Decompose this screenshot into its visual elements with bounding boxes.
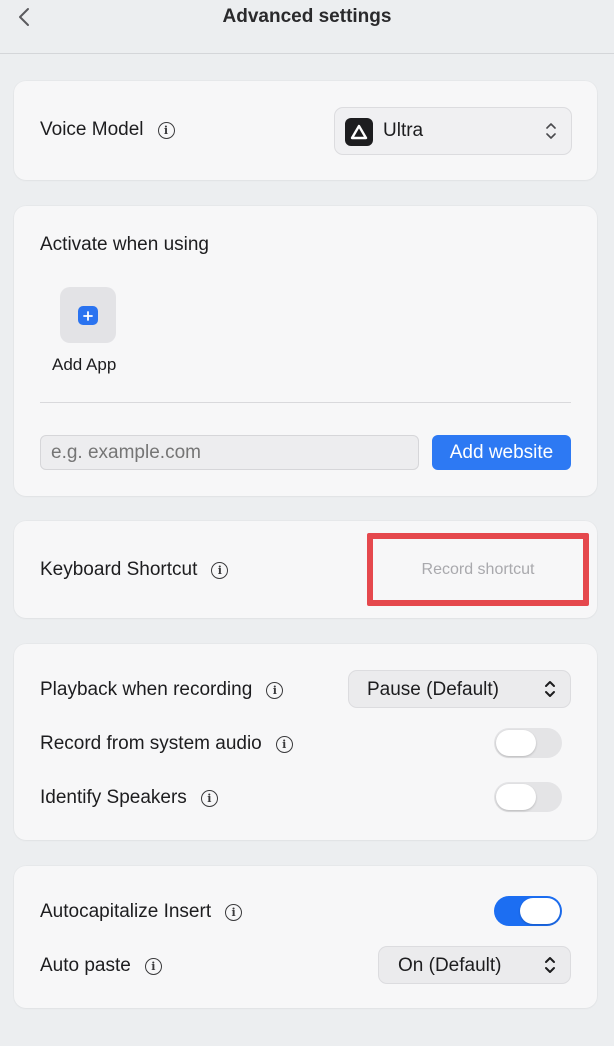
info-icon[interactable]: i xyxy=(200,789,218,807)
auto-paste-row: Auto paste i xyxy=(40,955,162,977)
playback-card: Playback when recording i Pause (Default… xyxy=(14,644,597,840)
chevron-updown-icon xyxy=(546,123,556,139)
add-app-button[interactable] xyxy=(60,287,116,343)
info-icon[interactable]: i xyxy=(266,681,284,699)
page-title: Advanced settings xyxy=(222,6,392,27)
autocap-label: Autocapitalize Insert xyxy=(40,901,212,922)
shortcut-label: Keyboard Shortcut xyxy=(40,559,198,580)
voice-model-row: Voice Model i xyxy=(40,119,175,141)
activate-card: Activate when using Add App Add website xyxy=(14,206,597,496)
chevron-updown-icon xyxy=(545,957,555,973)
info-icon[interactable]: i xyxy=(225,903,243,921)
auto-paste-value: On (Default) xyxy=(398,955,502,976)
info-icon[interactable]: i xyxy=(144,957,162,975)
playback-value: Pause (Default) xyxy=(367,679,500,700)
toggle-knob xyxy=(496,784,536,810)
voice-model-card: Voice Model i Ultra xyxy=(14,81,597,180)
ultra-logo-icon xyxy=(345,118,373,146)
info-icon[interactable]: i xyxy=(211,561,229,579)
playback-label: Playback when recording xyxy=(40,679,253,700)
info-icon[interactable]: i xyxy=(275,735,293,753)
info-icon[interactable]: i xyxy=(157,121,175,139)
system-audio-toggle[interactable] xyxy=(494,728,562,758)
system-audio-row: Record from system audio i xyxy=(40,733,293,755)
voice-model-select[interactable]: Ultra xyxy=(334,107,572,155)
toggle-knob xyxy=(496,730,536,756)
plus-icon xyxy=(78,306,98,325)
system-audio-label: Record from system audio xyxy=(40,733,262,754)
speakers-label: Identify Speakers xyxy=(40,787,187,808)
voice-model-label: Voice Model xyxy=(40,119,144,140)
toggle-knob xyxy=(520,898,560,924)
record-shortcut-button[interactable]: Record shortcut xyxy=(367,533,589,606)
divider xyxy=(40,402,571,403)
add-app-label: Add App xyxy=(52,355,117,374)
speakers-row: Identify Speakers i xyxy=(40,787,218,809)
chevron-updown-icon xyxy=(545,681,555,697)
identify-speakers-toggle[interactable] xyxy=(494,782,562,812)
shortcut-card: Keyboard Shortcut i Record shortcut xyxy=(14,521,597,618)
add-website-label: Add website xyxy=(449,441,554,463)
add-website-button[interactable]: Add website xyxy=(432,435,571,470)
auto-paste-label: Auto paste xyxy=(40,955,131,976)
autocap-row: Autocapitalize Insert i xyxy=(40,901,243,923)
playback-select[interactable]: Pause (Default) xyxy=(348,670,571,708)
voice-model-value: Ultra xyxy=(383,120,424,141)
playback-row: Playback when recording i xyxy=(40,679,284,701)
shortcut-row: Keyboard Shortcut i xyxy=(40,559,229,581)
activate-title: Activate when using xyxy=(40,234,209,255)
record-shortcut-label: Record shortcut xyxy=(421,560,535,578)
website-input[interactable] xyxy=(40,435,419,470)
auto-paste-select[interactable]: On (Default) xyxy=(378,946,571,984)
insert-card: Autocapitalize Insert i Auto paste i On … xyxy=(14,866,597,1008)
autocapitalize-toggle[interactable] xyxy=(494,896,562,926)
top-bar: Advanced settings xyxy=(0,0,614,54)
